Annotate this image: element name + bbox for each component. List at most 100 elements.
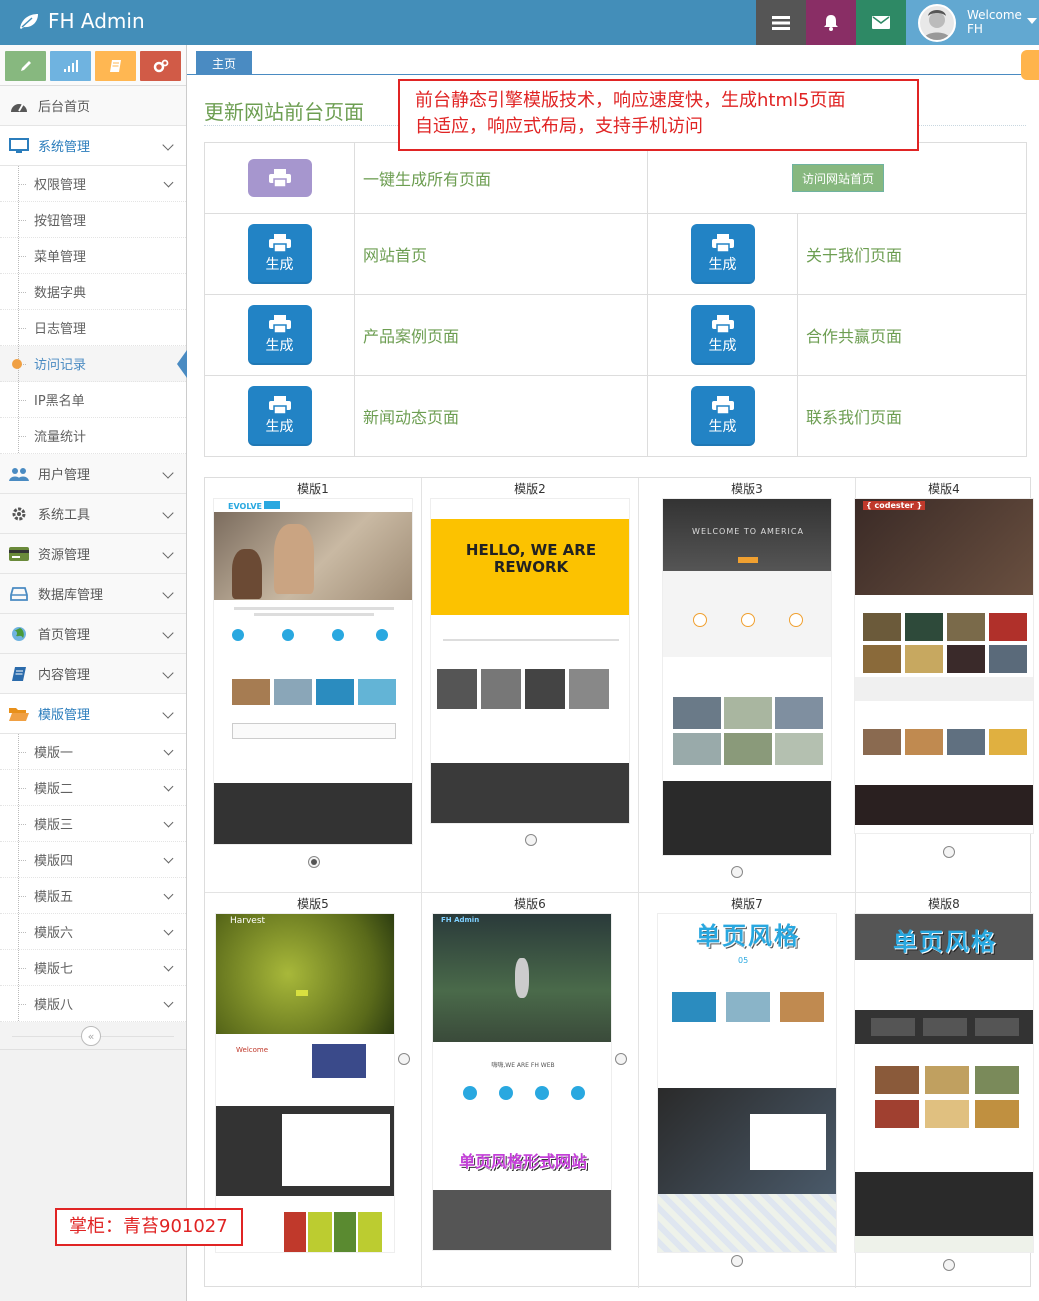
sidebar: 后台首页 系统管理 权限管理 按钮管理 菜单管理 数据字典 日志管理 访问记录 … (0, 45, 187, 1301)
generate-button[interactable]: 生成 (247, 224, 312, 284)
subitem-label: 流量统计 (34, 430, 87, 445)
template-title: 模版6 (514, 897, 546, 911)
template-radio[interactable] (943, 1259, 955, 1271)
sidebar-item-label: 后台首页 (38, 100, 91, 115)
template-caption: 单页风格形式网站 (458, 1152, 587, 1171)
sidebar-subitem[interactable]: IP黑名单 (0, 382, 186, 418)
brand[interactable]: FH Admin (18, 9, 145, 33)
settings-toggle-button[interactable] (1021, 50, 1039, 80)
template-radio[interactable] (398, 1053, 410, 1065)
sidebar-subitem[interactable]: 模版五 (0, 878, 186, 914)
template-preview[interactable]: HELLO, WE ARE REWORK (430, 498, 630, 824)
generate-all-button[interactable] (247, 159, 312, 197)
print-icon (711, 234, 734, 252)
table-cell: 生成 (204, 375, 355, 457)
sidebar-subitem[interactable]: 模版六 (0, 914, 186, 950)
generate-button[interactable]: 生成 (247, 386, 312, 446)
generate-button[interactable]: 生成 (247, 305, 312, 365)
generate-button[interactable]: 生成 (690, 386, 755, 446)
visit-homepage-button[interactable]: 访问网站首页 (792, 164, 885, 192)
sidebar-subitem[interactable]: 模版二 (0, 770, 186, 806)
template-radio[interactable] (615, 1053, 627, 1065)
breadcrumb-home-tab[interactable]: 主页 (196, 51, 253, 75)
shortcut-book-button[interactable] (95, 51, 136, 81)
shortcut-cogs-button[interactable] (140, 51, 181, 81)
template-radio[interactable] (731, 866, 743, 878)
double-angle-left-icon: « (87, 1029, 95, 1043)
sidebar-item-database[interactable]: 数据库管理 (0, 574, 186, 614)
template-preview[interactable]: WELCOME TO AMERICA (662, 498, 832, 856)
shortcut-signal-button[interactable] (50, 51, 91, 81)
template-card: 模版2 HELLO, WE ARE REWORK (422, 478, 639, 892)
sidebar-item-label: 首页管理 (38, 628, 91, 643)
sidebar-subitem[interactable]: 日志管理 (0, 310, 186, 346)
template-preview[interactable]: EVOLVE (213, 498, 413, 845)
sidebar-item-homepage[interactable]: 首页管理 (0, 614, 186, 654)
table-cell: 生成 (204, 213, 355, 295)
template-radio[interactable] (525, 834, 537, 846)
sidebar-subitem[interactable]: 模版七 (0, 950, 186, 986)
sidebar-item-resources[interactable]: 资源管理 (0, 534, 186, 574)
table-cell: 生成 (647, 213, 798, 295)
sidebar-item-dashboard[interactable]: 后台首页 (0, 86, 186, 126)
sidebar-subitem[interactable]: 权限管理 (0, 166, 186, 202)
chevron-down-icon (163, 961, 174, 972)
sidebar-subitem[interactable]: 模版八 (0, 986, 186, 1022)
template-card: 模版7 单页风格 05 (639, 892, 856, 1288)
table-row: 生成 新闻动态页面 生成 联系我们页面 (204, 375, 1027, 457)
template-preview[interactable]: FH Admin 嗨嗨,WE ARE FH WEB 单页风格形式网站 (432, 913, 612, 1251)
chevron-down-icon (163, 781, 174, 792)
sidebar-subitem[interactable]: 模版三 (0, 806, 186, 842)
sidebar-item-label: 系统工具 (38, 508, 91, 523)
template-preview[interactable]: 单页风格 (854, 913, 1034, 1253)
notifications-button[interactable] (806, 0, 856, 45)
chevron-down-icon (163, 925, 174, 936)
template-preview[interactable]: { codester } (854, 498, 1034, 834)
tasks-button[interactable] (756, 0, 806, 45)
users-icon (9, 465, 29, 483)
sidebar-item-system[interactable]: 系统管理 (0, 126, 186, 166)
table-row: 生成 产品案例页面 生成 合作共赢页面 (204, 294, 1027, 376)
chevron-down-icon (162, 707, 174, 719)
hdd-icon (9, 585, 29, 603)
shortcut-pencil-button[interactable] (5, 51, 46, 81)
system-submenu: 权限管理 按钮管理 菜单管理 数据字典 日志管理 访问记录 IP黑名单 流量统计 (0, 166, 187, 454)
subitem-label: 日志管理 (34, 322, 87, 337)
sidebar-subitem[interactable]: 菜单管理 (0, 238, 186, 274)
template-headline: EVOLVE (228, 502, 262, 511)
bell-icon (824, 15, 838, 31)
template-title: 模版8 (928, 897, 960, 911)
sidebar-item-content[interactable]: 内容管理 (0, 654, 186, 694)
sidebar-subitem[interactable]: 数据字典 (0, 274, 186, 310)
template-radio[interactable] (731, 1255, 743, 1267)
generate-button-label: 生成 (708, 257, 737, 273)
subitem-label: 模版三 (34, 818, 74, 833)
sidebar-subitem[interactable]: 流量统计 (0, 418, 186, 454)
chevron-down-icon (163, 817, 174, 828)
sidebar-item-tools[interactable]: 系统工具 (0, 494, 186, 534)
template-gallery: 模版1 EVOLVE 模版2 HELLO, WE ARE REWORK 模版3 … (204, 477, 1034, 1288)
sidebar-subitem[interactable]: 按钮管理 (0, 202, 186, 238)
template-card: 模版3 WELCOME TO AMERICA (639, 478, 856, 892)
generate-button[interactable]: 生成 (690, 224, 755, 284)
template-radio[interactable] (308, 856, 320, 868)
sidebar-item-label: 资源管理 (38, 548, 91, 563)
generate-button[interactable]: 生成 (690, 305, 755, 365)
sidebar-subitem-active[interactable]: 访问记录 (0, 346, 187, 382)
subitem-label: 模版四 (34, 854, 74, 869)
sidebar-item-users[interactable]: 用户管理 (0, 454, 186, 494)
page-name: 网站首页 (354, 213, 648, 295)
tasks-icon (772, 15, 790, 30)
notice-line-2: 自适应，响应式布局，支持手机访问 (415, 116, 703, 137)
user-menu[interactable]: Welcome FH (906, 0, 1039, 45)
sidebar-item-label: 数据库管理 (38, 588, 104, 603)
messages-button[interactable] (856, 0, 906, 45)
credit-card-icon (9, 545, 29, 563)
collapse-sidebar-button[interactable]: « (81, 1026, 101, 1046)
sidebar-subitem[interactable]: 模版一 (0, 734, 186, 770)
template-radio[interactable] (943, 846, 955, 858)
template-preview[interactable]: Harvest Welcome (215, 913, 395, 1253)
template-preview[interactable]: 单页风格 05 (657, 913, 837, 1253)
sidebar-item-templates[interactable]: 模版管理 (0, 694, 186, 734)
sidebar-subitem[interactable]: 模版四 (0, 842, 186, 878)
